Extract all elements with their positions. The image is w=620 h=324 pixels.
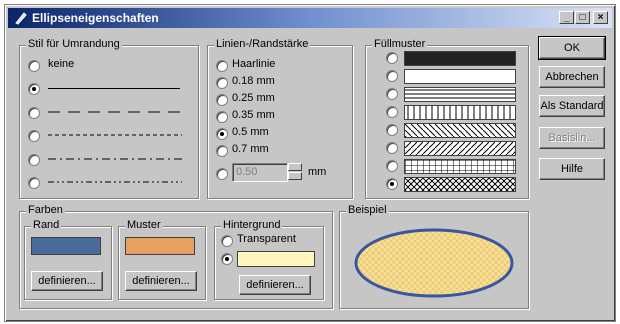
width-hairline-label: Haarlinie (232, 58, 276, 70)
width-018-label: 0.18 mm (232, 75, 275, 87)
width-025-radio[interactable] (216, 94, 228, 106)
fill-diag-down-pattern (404, 123, 516, 138)
preview-title: Beispiel (346, 204, 389, 216)
background-color-group: Hintergrund Transparent definieren... (214, 219, 324, 300)
width-05-label: 0.5 mm (232, 126, 269, 138)
dash-dot-dot-pattern (48, 181, 182, 183)
restore-button[interactable]: Basislin... (539, 127, 605, 149)
width-07-radio[interactable] (216, 145, 228, 157)
background-color-radio[interactable] (221, 253, 233, 265)
long-dash-pattern (48, 111, 182, 113)
border-style-title: Stil für Umrandung (26, 38, 122, 50)
border-solid-radio[interactable] (28, 83, 40, 95)
title-bar[interactable]: Ellipseneigenschaften _ □ × (8, 8, 612, 28)
define-background-color-button[interactable]: definieren... (239, 275, 311, 295)
width-05-radio[interactable] (216, 128, 228, 140)
define-border-color-button[interactable]: definieren... (31, 271, 103, 291)
fill-crosshatch-radio[interactable] (386, 178, 398, 190)
minimize-icon[interactable]: _ (559, 11, 574, 24)
fill-solid-pattern (404, 51, 516, 66)
dash-dot-pattern (48, 158, 182, 160)
colors-group: Farben Rand definieren... Muster definie… (19, 204, 333, 309)
fill-solid-radio[interactable] (386, 52, 398, 64)
short-dash-pattern (48, 134, 182, 136)
border-dash-dot-dot-radio[interactable] (28, 177, 40, 189)
fill-diag-up-radio[interactable] (386, 142, 398, 154)
fill-vertical-pattern (404, 105, 516, 120)
fill-grid-radio[interactable] (386, 160, 398, 172)
preview-group: Beispiel (339, 204, 529, 309)
pattern-color-swatch (125, 237, 195, 255)
background-transparent-radio[interactable] (221, 235, 233, 247)
border-short-dash-radio[interactable] (28, 130, 40, 142)
width-025-label: 0.25 mm (232, 92, 275, 104)
fill-diag-down-radio[interactable] (386, 124, 398, 136)
border-color-swatch (31, 237, 101, 255)
fill-crosshatch-pattern (404, 177, 516, 192)
custom-width-field[interactable]: 0.50 (232, 163, 288, 182)
border-style-group: Stil für Umrandung keine (19, 38, 199, 199)
width-hairline-radio[interactable] (216, 60, 228, 72)
background-transparent-label: Transparent (237, 233, 296, 245)
width-07-label: 0.7 mm (232, 143, 269, 155)
fill-diag-up-pattern (404, 141, 516, 156)
pen-icon (15, 12, 27, 25)
fill-empty-radio[interactable] (386, 70, 398, 82)
fill-grid-pattern (404, 159, 516, 174)
spin-down-icon[interactable] (288, 172, 302, 180)
fill-horizontal-pattern (404, 87, 516, 102)
background-color-swatch (237, 251, 315, 267)
ok-button[interactable]: OK (538, 36, 606, 60)
define-pattern-color-button[interactable]: definieren... (125, 271, 197, 291)
fill-vertical-radio[interactable] (386, 106, 398, 118)
fill-empty-pattern (404, 69, 516, 84)
background-color-title: Hintergrund (221, 219, 283, 231)
line-width-group: Linien-/Randstärke Haarlinie 0.18 mm 0.2… (207, 38, 353, 199)
border-color-title: Rand (31, 219, 62, 231)
window-title: Ellipseneigenschaften (32, 11, 159, 25)
border-none-radio[interactable] (28, 60, 40, 72)
spin-up-icon[interactable] (288, 163, 302, 171)
cancel-button[interactable]: Abbrechen (539, 66, 605, 88)
close-icon[interactable]: × (593, 11, 608, 24)
width-custom-radio[interactable] (216, 168, 228, 180)
solid-line-pattern (48, 88, 180, 89)
fill-pattern-title: Füllmuster (372, 38, 428, 50)
border-color-group: Rand definieren... (24, 219, 112, 300)
custom-width-unit: mm (308, 166, 327, 178)
colors-title: Farben (26, 204, 65, 216)
maximize-icon[interactable]: □ (575, 11, 590, 24)
border-long-dash-radio[interactable] (28, 107, 40, 119)
fill-horizontal-radio[interactable] (386, 88, 398, 100)
width-035-label: 0.35 mm (232, 109, 275, 121)
border-none-label: keine (48, 58, 75, 70)
width-035-radio[interactable] (216, 111, 228, 123)
help-button[interactable]: Hilfe (539, 158, 605, 180)
fill-pattern-group: Füllmuster (365, 38, 529, 199)
pattern-color-group: Muster definieren... (118, 219, 206, 300)
line-width-title: Linien-/Randstärke (214, 38, 311, 50)
ellipse-properties-dialog: Ellipseneigenschaften _ □ × Stil für Umr… (4, 4, 616, 322)
pattern-color-title: Muster (125, 219, 163, 231)
width-018-radio[interactable] (216, 77, 228, 89)
preview-ellipse (354, 228, 514, 298)
set-default-button[interactable]: Als Standard (539, 95, 605, 117)
border-dash-dot-radio[interactable] (28, 154, 40, 166)
